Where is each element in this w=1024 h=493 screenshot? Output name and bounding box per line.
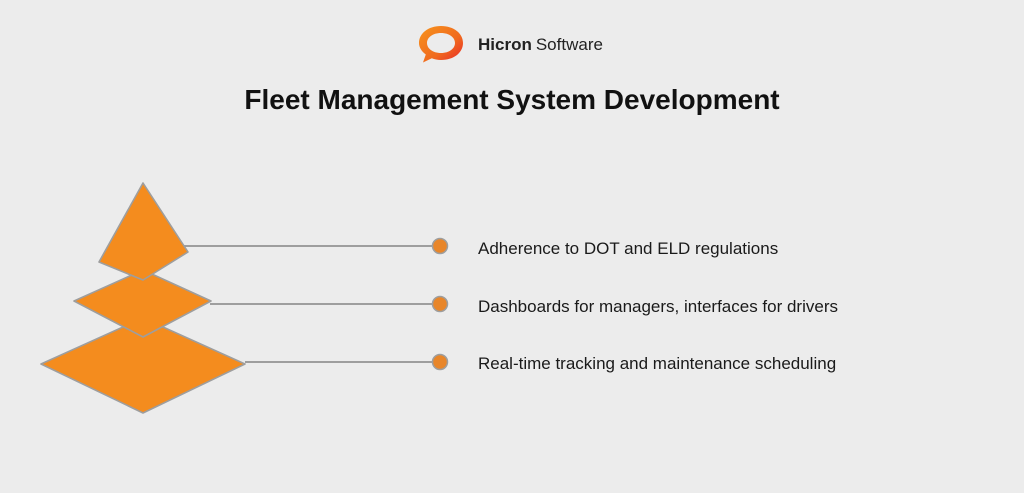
item-label-2: Dashboards for managers, interfaces for …: [478, 297, 838, 316]
item-label-1: Adherence to DOT and ELD regulations: [478, 239, 779, 258]
item-label-3: Real-time tracking and maintenance sched…: [478, 354, 837, 373]
connector-dot-3: [431, 353, 449, 371]
connector-dot-2: [431, 295, 449, 313]
pyramid-level-1: [98, 182, 189, 281]
connector-dot-1: [431, 237, 449, 255]
